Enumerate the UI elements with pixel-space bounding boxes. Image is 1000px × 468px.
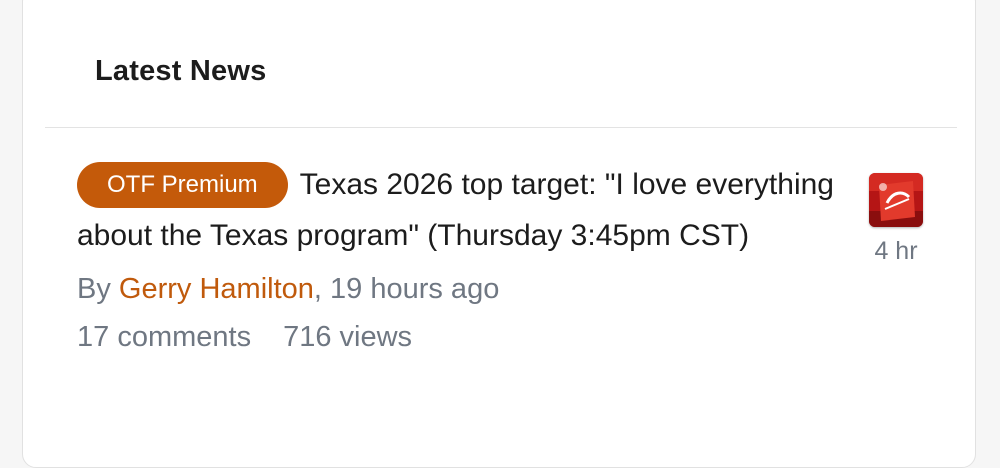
premium-badge[interactable]: OTF Premium: [77, 162, 288, 208]
byline-time: , 19 hours ago: [313, 273, 500, 305]
headline-block: OTF Premium Texas 2026 top target: "I lov…: [77, 159, 857, 261]
views-count: 716 views: [283, 321, 413, 353]
last-activity: 4 hr: [861, 173, 931, 266]
byline-prefix: By: [77, 273, 119, 305]
author-link[interactable]: Gerry Hamilton: [119, 273, 314, 305]
news-item: OTF Premium Texas 2026 top target: "I lov…: [77, 159, 857, 357]
activity-time: 4 hr: [874, 237, 918, 265]
divider: [45, 127, 957, 128]
article-stats: 17 comments 716 views: [77, 317, 857, 357]
section-title: Latest News: [95, 55, 267, 87]
byline: By Gerry Hamilton, 19 hours ago: [77, 269, 857, 309]
user-avatar-icon[interactable]: [869, 173, 923, 227]
latest-news-card: Latest News OTF Premium Texas 2026 top ta…: [22, 0, 976, 468]
comments-count[interactable]: 17 comments: [77, 321, 251, 353]
